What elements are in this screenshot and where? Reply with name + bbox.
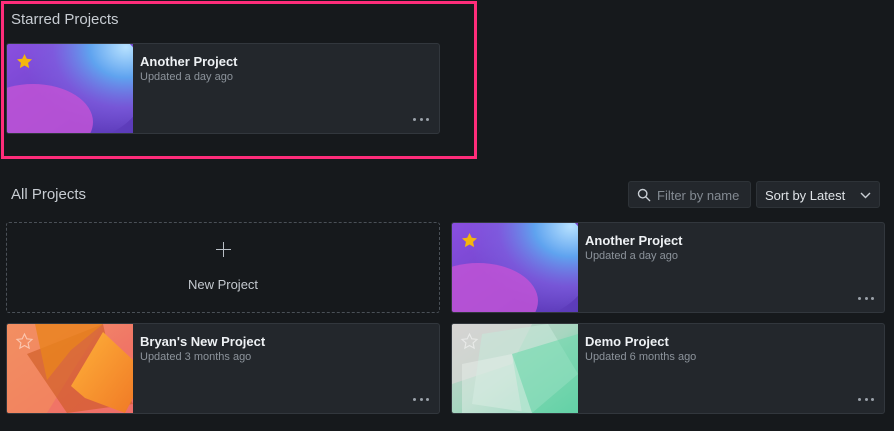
all-projects-title: All Projects xyxy=(11,186,87,203)
project-updated: Updated 3 months ago xyxy=(140,351,252,363)
more-options-icon[interactable] xyxy=(858,294,874,302)
star-filled-icon[interactable] xyxy=(15,52,34,71)
new-project-label: New Project xyxy=(187,277,259,292)
plus-icon xyxy=(216,242,231,257)
project-updated: Updated a day ago xyxy=(585,250,678,262)
project-updated: Updated a day ago xyxy=(140,71,233,83)
more-options-icon[interactable] xyxy=(413,115,429,123)
star-outline-icon[interactable] xyxy=(15,332,34,351)
search-icon xyxy=(637,188,651,202)
project-card[interactable]: Another Project Updated a day ago xyxy=(451,222,885,313)
chevron-down-icon xyxy=(860,192,871,199)
project-card[interactable]: Demo Project Updated 6 months ago xyxy=(451,323,885,414)
sort-label: Sort by Latest xyxy=(765,188,846,203)
project-card[interactable]: Another Project Updated a day ago xyxy=(6,43,440,134)
project-name: Another Project xyxy=(140,54,238,69)
project-updated: Updated 6 months ago xyxy=(585,351,697,363)
filter-by-name-input[interactable] xyxy=(657,186,749,204)
star-filled-icon[interactable] xyxy=(460,231,479,250)
filter-input-wrapper xyxy=(628,181,751,208)
star-outline-icon[interactable] xyxy=(460,332,479,351)
project-card[interactable]: Bryan's New Project Updated 3 months ago xyxy=(6,323,440,414)
starred-projects-title: Starred Projects xyxy=(11,11,119,28)
more-options-icon[interactable] xyxy=(858,395,874,403)
sort-dropdown[interactable]: Sort by Latest xyxy=(756,181,880,208)
more-options-icon[interactable] xyxy=(413,395,429,403)
project-name: Another Project xyxy=(585,233,683,248)
new-project-button[interactable]: New Project xyxy=(6,222,440,313)
project-name: Bryan's New Project xyxy=(140,334,266,349)
project-name: Demo Project xyxy=(585,334,669,349)
